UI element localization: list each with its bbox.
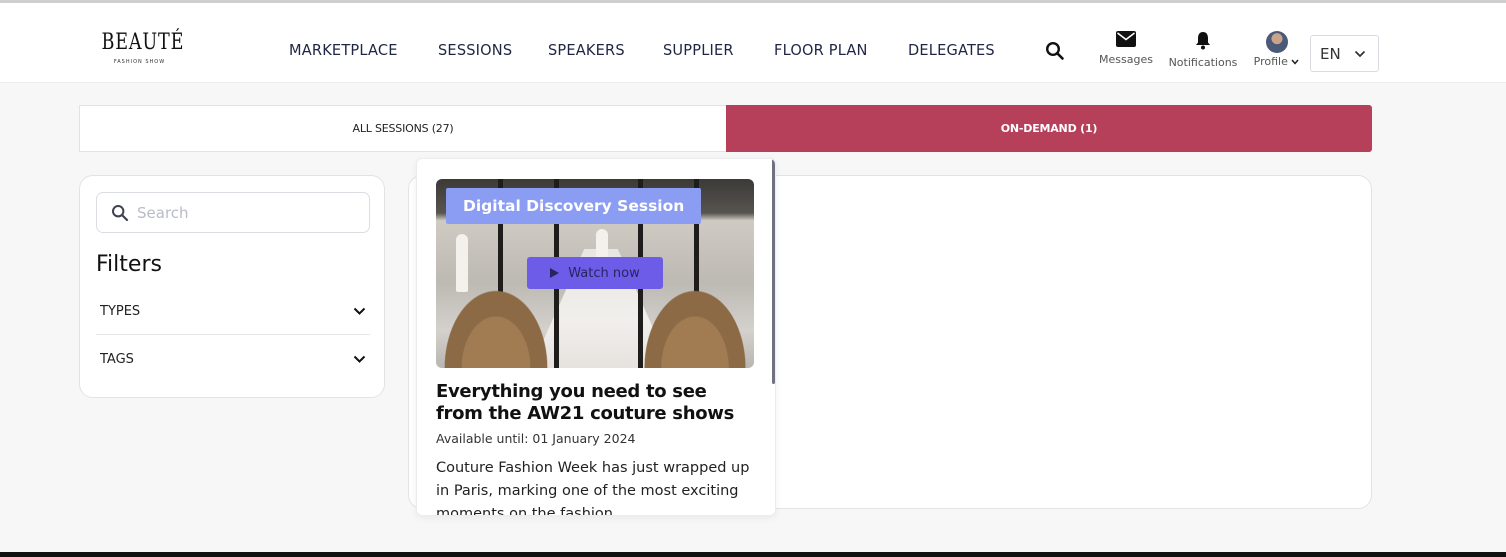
- nav-item-marketplace[interactable]: MARKETPLACE: [289, 40, 401, 60]
- filter-tags-toggle[interactable]: TAGS: [96, 336, 370, 382]
- session-type-badge: Digital Discovery Session: [446, 188, 702, 224]
- play-icon: [550, 268, 560, 278]
- search-icon: [1045, 41, 1064, 60]
- nav-item-supplier[interactable]: SUPPLIER: [663, 40, 736, 60]
- nav-item-delegates[interactable]: DELEGATES: [908, 40, 998, 60]
- watch-now-button[interactable]: Watch now: [527, 257, 663, 289]
- dried-grass-left: [436, 278, 556, 368]
- notifications-label: Notifications: [1168, 56, 1238, 69]
- card-scrollbar[interactable]: [772, 159, 775, 384]
- session-description: Couture Fashion Week has just wrapped up…: [436, 460, 750, 516]
- session-card[interactable]: Digital Discovery Session Watch now Ever…: [416, 158, 776, 516]
- brand-logo[interactable]: BEAUTÉ FASHION SHOW: [92, 30, 187, 66]
- header-search-button[interactable]: [1045, 41, 1067, 63]
- filter-types-label: TYPES: [100, 304, 141, 319]
- nav-item-speakers[interactable]: SPEAKERS: [548, 40, 627, 60]
- tab-all-sessions[interactable]: ALL SESSIONS (27): [79, 105, 726, 152]
- session-tabs: ALL SESSIONS (27) ON-DEMAND (1): [79, 105, 1372, 152]
- search-field[interactable]: [96, 192, 370, 233]
- site-header: BEAUTÉ FASHION SHOW MARKETPLACE SESSIONS…: [0, 3, 1506, 83]
- messages-label: Messages: [1099, 53, 1153, 66]
- filter-panel: Filters TYPES TAGS: [79, 175, 385, 398]
- watch-now-label: Watch now: [568, 265, 640, 281]
- envelope-icon: [1116, 31, 1136, 47]
- chevron-down-icon: [353, 355, 366, 363]
- language-select[interactable]: EN: [1310, 35, 1379, 72]
- nav-item-floor-plan[interactable]: FLOOR PLAN: [774, 40, 870, 60]
- notifications-button[interactable]: Notifications: [1162, 31, 1244, 69]
- chevron-down-icon: [1354, 50, 1365, 57]
- session-title[interactable]: Everything you need to see from the AW21…: [436, 381, 756, 425]
- session-thumbnail[interactable]: Digital Discovery Session Watch now: [436, 179, 754, 368]
- logo-wordmark: BEAUTÉ: [101, 30, 185, 55]
- logo-tagline: FASHION SHOW: [113, 59, 166, 65]
- filter-types-toggle[interactable]: TYPES: [96, 289, 370, 335]
- language-code: EN: [1320, 44, 1341, 63]
- tab-on-demand[interactable]: ON-DEMAND (1): [726, 105, 1372, 152]
- profile-label: Profile: [1249, 55, 1304, 68]
- search-icon: [112, 205, 129, 222]
- bell-icon: [1196, 32, 1210, 50]
- profile-button[interactable]: Profile: [1249, 31, 1304, 68]
- chevron-down-icon: [353, 307, 366, 315]
- messages-button[interactable]: Messages: [1095, 31, 1157, 66]
- filter-tags-label: TAGS: [100, 351, 134, 367]
- filters-heading: Filters: [96, 252, 162, 277]
- bottom-border: [0, 552, 1506, 557]
- avatar: [1265, 31, 1288, 53]
- dried-grass-right: [636, 278, 754, 368]
- session-availability: Available until: 01 January 2024: [436, 431, 636, 446]
- search-input[interactable]: [137, 202, 357, 224]
- chevron-down-icon: [1291, 59, 1299, 65]
- nav-item-sessions[interactable]: SESSIONS: [438, 40, 515, 60]
